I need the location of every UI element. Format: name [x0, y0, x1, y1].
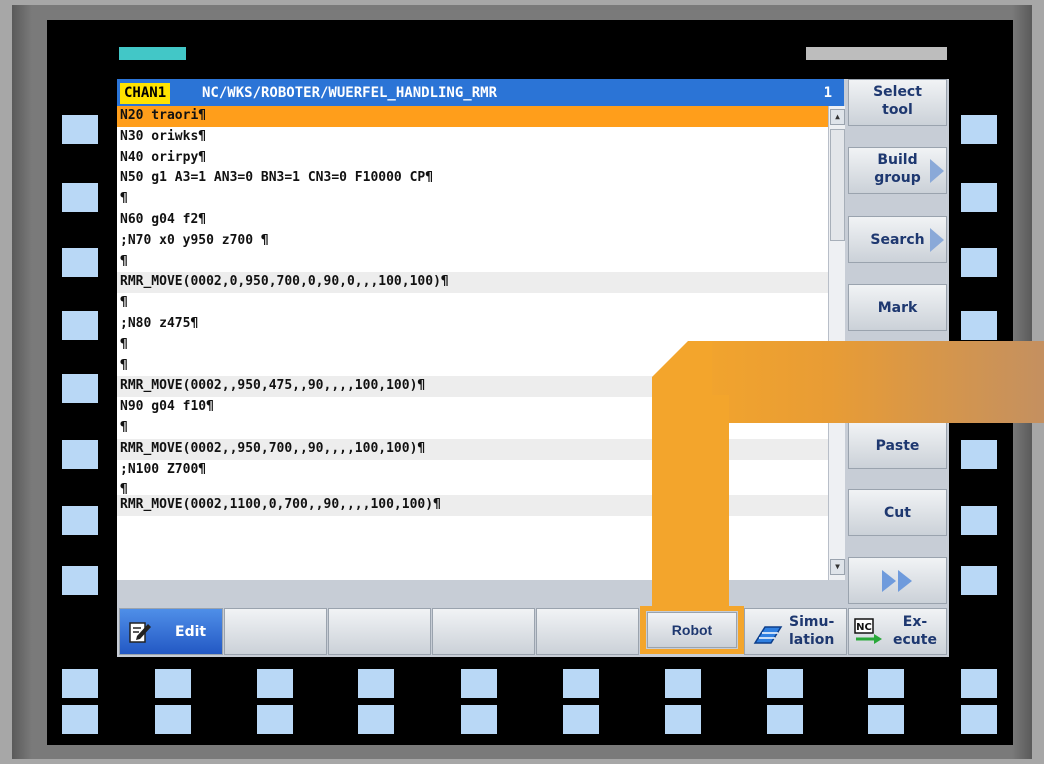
simulation-icon — [753, 626, 783, 644]
robot-highlight-top — [640, 606, 744, 611]
robot-highlight-bottom — [640, 649, 744, 654]
bottom-hardkey-2b[interactable] — [155, 705, 191, 734]
callout-corner — [652, 341, 712, 401]
scroll-up-icon[interactable]: ▲ — [830, 109, 845, 125]
code-line-current[interactable]: N20 traori¶ — [117, 106, 828, 127]
code-line[interactable]: ;N70 x0 y950 z700 ¶ — [117, 231, 828, 252]
right-hardkey-6[interactable] — [961, 440, 997, 469]
robot-softkey-face[interactable]: Robot — [647, 612, 737, 648]
simulation-button[interactable]: Simu- lation — [744, 608, 847, 655]
bottom-hardkey-7a[interactable] — [665, 669, 701, 698]
left-hardkey-6[interactable] — [62, 440, 98, 469]
right-hardkey-7[interactable] — [961, 506, 997, 535]
double-chevron-right-icon — [881, 570, 912, 592]
left-hardkey-3[interactable] — [62, 248, 98, 277]
robot-highlight-right — [738, 606, 744, 654]
softkey-empty-4[interactable] — [536, 608, 639, 655]
callout-stem — [652, 395, 729, 608]
bottom-hardkey-1a[interactable] — [62, 669, 98, 698]
program-header: CHAN1 NC/WKS/ROBOTER/WUERFEL_HANDLING_RM… — [117, 79, 844, 106]
code-line[interactable]: ;N80 z475¶ — [117, 314, 828, 335]
callout-band — [688, 341, 1044, 423]
left-hardkey-1[interactable] — [62, 115, 98, 144]
softkey-empty-1[interactable] — [224, 608, 327, 655]
left-hardkey-4[interactable] — [62, 311, 98, 340]
status-led-teal — [119, 47, 186, 60]
right-hardkey-1[interactable] — [961, 115, 997, 144]
more-softkeys-button[interactable] — [848, 557, 947, 604]
paste-button[interactable]: Paste — [848, 422, 947, 469]
softkey-empty-3[interactable] — [432, 608, 535, 655]
pencil-paper-icon — [129, 622, 151, 643]
right-hardkey-2[interactable] — [961, 183, 997, 212]
select-tool-button[interactable]: Select tool — [848, 79, 947, 126]
softkey-empty-2[interactable] — [328, 608, 431, 655]
status-bar-gray — [806, 47, 947, 60]
bottom-hardkey-4a[interactable] — [358, 669, 394, 698]
channel-number: 1 — [823, 85, 832, 101]
bottom-hardkey-7b[interactable] — [665, 705, 701, 734]
edit-button[interactable]: Edit — [119, 608, 223, 655]
bottom-hardkey-4b[interactable] — [358, 705, 394, 734]
right-hardkey-3[interactable] — [961, 248, 997, 277]
bottom-hardkey-9b[interactable] — [868, 705, 904, 734]
bottom-hardkey-3b[interactable] — [257, 705, 293, 734]
code-line[interactable]: N50 g1 A3=1 AN3=0 BN3=1 CN3=0 F10000 CP¶ — [117, 168, 828, 189]
bottom-hardkey-10b[interactable] — [961, 705, 997, 734]
bottom-hardkey-6b[interactable] — [563, 705, 599, 734]
code-line[interactable]: ¶ — [117, 189, 828, 210]
search-button[interactable]: Search — [848, 216, 947, 263]
bottom-hardkey-2a[interactable] — [155, 669, 191, 698]
code-line[interactable]: N60 g04 f2¶ — [117, 210, 828, 231]
bottom-hardkey-8a[interactable] — [767, 669, 803, 698]
left-hardkey-2[interactable] — [62, 183, 98, 212]
bottom-hardkey-8b[interactable] — [767, 705, 803, 734]
right-hardkey-4[interactable] — [961, 311, 997, 340]
right-hardkey-8[interactable] — [961, 566, 997, 595]
chevron-right-icon — [930, 159, 944, 183]
execute-button[interactable]: NC Ex- ecute — [848, 608, 947, 655]
mark-button[interactable]: Mark — [848, 284, 947, 331]
cut-button[interactable]: Cut — [848, 489, 947, 536]
build-group-button[interactable]: Build group — [848, 147, 947, 194]
bottom-hardkey-5a[interactable] — [461, 669, 497, 698]
robot-highlight-left — [640, 606, 646, 654]
robot-label: Robot — [671, 622, 713, 638]
code-line[interactable]: ¶ — [117, 252, 828, 273]
left-hardkey-7[interactable] — [62, 506, 98, 535]
bottom-hardkey-6a[interactable] — [563, 669, 599, 698]
bottom-hardkey-9a[interactable] — [868, 669, 904, 698]
code-line[interactable]: RMR_MOVE(0002,0,950,700,0,90,0,,,100,100… — [117, 272, 828, 294]
svg-text:NC: NC — [856, 622, 872, 633]
program-path: NC/WKS/ROBOTER/WUERFEL_HANDLING_RMR — [202, 85, 498, 101]
bottom-hardkey-5b[interactable] — [461, 705, 497, 734]
scroll-down-icon[interactable]: ▼ — [830, 559, 845, 575]
channel-badge: CHAN1 — [120, 83, 171, 104]
bottom-hardkey-1b[interactable] — [62, 705, 98, 734]
bottom-hardkey-10a[interactable] — [961, 669, 997, 698]
left-hardkey-5[interactable] — [62, 374, 98, 403]
nc-execute-icon: NC — [854, 618, 882, 644]
code-line[interactable]: N30 oriwks¶ — [117, 127, 828, 148]
code-line[interactable]: ¶ — [117, 293, 828, 314]
bottom-hardkey-3a[interactable] — [257, 669, 293, 698]
code-line[interactable]: N40 orirpy¶ — [117, 148, 828, 169]
left-hardkey-8[interactable] — [62, 566, 98, 595]
chevron-right-icon — [930, 228, 944, 252]
scroll-thumb[interactable] — [830, 129, 845, 241]
